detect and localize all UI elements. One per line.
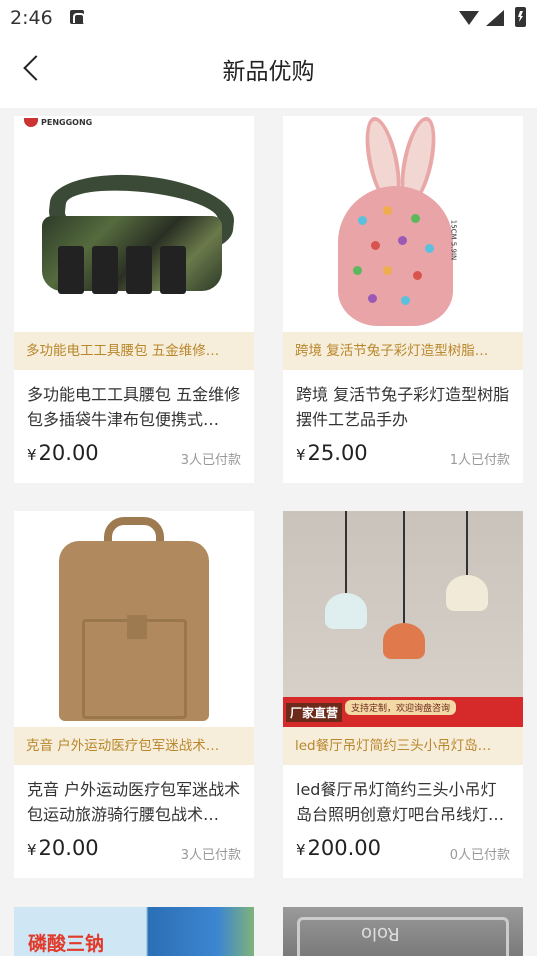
- product-tag-strip: 克音 户外运动医疗包军迷战术…: [14, 727, 254, 765]
- size-note: 15CM 5.9IN: [449, 219, 458, 261]
- currency-symbol: ¥: [27, 446, 37, 464]
- paid-count: 3人已付款: [180, 453, 241, 468]
- product-card[interactable]: 克音 户外运动医疗包军迷战术… 克音 户外运动医疗包军迷战术包运动旅游骑行腰包战…: [14, 511, 254, 878]
- product-name: 多功能电工工具腰包 五金维修包多插袋牛津布包便携式…: [27, 385, 241, 429]
- product-name: 跨境 复活节兔子彩灯造型树脂摆件工艺品手办: [296, 385, 510, 429]
- product-card[interactable]: 15CM 5.9IN 跨境 复活节兔子彩灯造型树脂… 跨境 复活节兔子彩灯造型树…: [283, 116, 523, 483]
- product-card[interactable]: PENGGONG 多功能电工工具腰包 五金维修… 多功能电工工具腰包 五金维修包…: [14, 116, 254, 483]
- product-image-pendant-lamp: 厂家直营 支持定制，欢迎询盘咨询: [283, 511, 523, 727]
- product-tag-strip: led餐厅吊灯简约三头小吊灯岛…: [283, 727, 523, 765]
- status-time: 2:46: [10, 7, 53, 29]
- price-value: 200.00: [307, 836, 382, 860]
- currency-symbol: ¥: [27, 841, 37, 859]
- product-card-partial[interactable]: Rolo: [283, 907, 523, 956]
- product-card[interactable]: 厂家直营 支持定制，欢迎询盘咨询 led餐厅吊灯简约三头小吊灯岛… led餐厅吊…: [283, 511, 523, 878]
- paid-count: 1人已付款: [449, 453, 510, 468]
- currency-symbol: ¥: [296, 446, 306, 464]
- product-tag-strip: 多功能电工工具腰包 五金维修…: [14, 332, 254, 370]
- product-price: ¥25.00: [296, 441, 368, 465]
- signal-icon: [486, 10, 504, 26]
- wifi-icon: [459, 11, 479, 25]
- product-image-text: Rolo: [361, 923, 400, 944]
- product-price: ¥20.00: [27, 836, 99, 860]
- lamp-note: 支持定制，欢迎询盘咨询: [345, 700, 457, 715]
- paid-count: 0人已付款: [449, 848, 510, 863]
- product-price: ¥20.00: [27, 441, 99, 465]
- price-value: 20.00: [38, 441, 99, 465]
- nav-bar: 新品优购: [0, 36, 537, 100]
- page-title: 新品优购: [222, 59, 315, 85]
- currency-symbol: ¥: [296, 841, 306, 859]
- price-value: 25.00: [307, 441, 368, 465]
- price-value: 20.00: [38, 836, 99, 860]
- lamp-badge: 厂家直营: [286, 703, 343, 722]
- product-price: ¥200.00: [296, 836, 381, 860]
- product-card-partial[interactable]: 磷酸三钠: [14, 907, 254, 956]
- brand-logo: PENGGONG: [24, 118, 92, 127]
- battery-icon: [515, 7, 526, 27]
- product-tag-strip: 跨境 复活节兔子彩灯造型树脂…: [283, 332, 523, 370]
- top-bar: 2:46 新品优购: [0, 0, 537, 108]
- product-image-tool-belt: PENGGONG: [14, 116, 254, 332]
- product-image-text: 磷酸三钠: [28, 933, 105, 955]
- product-image-easter-rabbit: 15CM 5.9IN: [283, 116, 523, 332]
- product-name: led餐厅吊灯简约三头小吊灯岛台照明创意灯吧台吊线灯…: [296, 780, 505, 824]
- product-name: 克音 户外运动医疗包军迷战术包运动旅游骑行腰包战术…: [27, 780, 241, 824]
- status-bar: 2:46: [0, 0, 537, 36]
- paid-count: 3人已付款: [180, 848, 241, 863]
- notification-a-icon: [70, 10, 85, 24]
- product-image-medical-bag: [14, 511, 254, 727]
